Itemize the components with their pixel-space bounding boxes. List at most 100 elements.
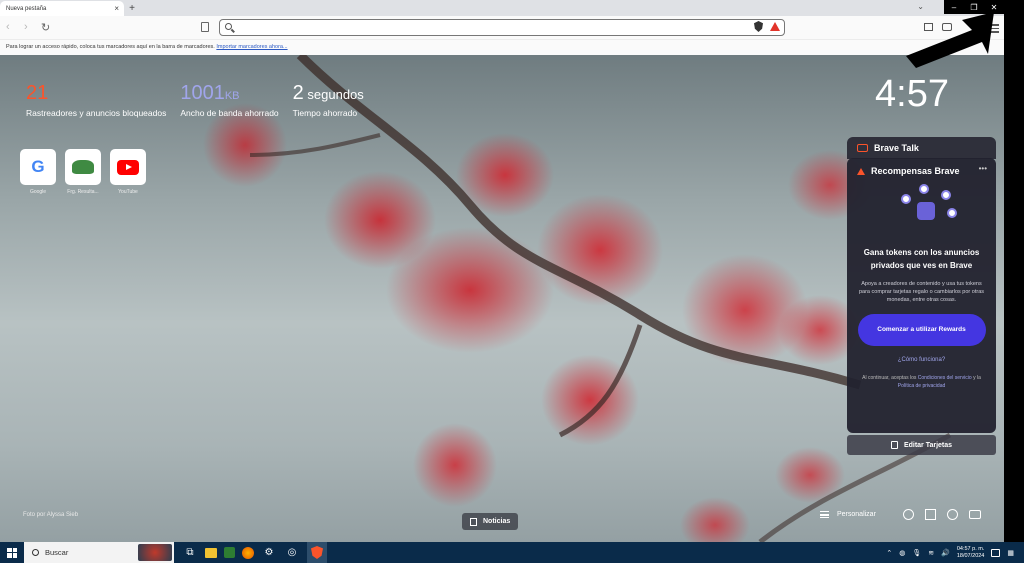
brave-talk-title: Brave Talk	[874, 143, 919, 153]
top-site-label: YouTube	[118, 189, 138, 195]
edit-cards-button[interactable]: Editar Tarjetas	[847, 435, 996, 455]
firefox-icon[interactable]	[242, 546, 254, 559]
volume-icon[interactable]: 🔊	[941, 549, 950, 557]
taskbar-apps: ⧉ ⚙ ◎	[182, 542, 327, 563]
tab-strip: Nueva pestaña × + ⌄	[0, 0, 1004, 16]
brave-rewards-icon[interactable]	[770, 22, 780, 31]
photo-credit: Foto por Alyssa Sieb	[23, 512, 78, 518]
legal-and: y la	[973, 375, 981, 381]
top-site-label: Frg. Resulta...	[67, 189, 99, 195]
stat-trackers: 21 Rastreadores y anuncios bloqueados	[26, 83, 166, 118]
stat-bandwidth-unit: KB	[224, 90, 240, 102]
cards-icon	[890, 441, 898, 449]
terms-link[interactable]: Condiciones del servicio	[918, 375, 972, 381]
rewards-headline: Gana tokens con los anuncios privados qu…	[863, 248, 980, 270]
taskbar-search[interactable]: Buscar	[24, 542, 174, 563]
store-icon[interactable]	[224, 547, 235, 558]
top-sites: G Google Frg. Resulta... YouTube	[20, 149, 146, 195]
rewards-widget: Recompensas Brave ••• Gana tokens con lo…	[847, 158, 996, 433]
stat-time-label: Tiempo ahorrado	[292, 108, 358, 118]
edit-cards-label: Editar Tarjetas	[903, 441, 953, 449]
talk-icon[interactable]	[969, 510, 981, 519]
tab-new-tab[interactable]: Nueva pestaña ×	[0, 1, 124, 16]
back-icon[interactable]: ‹	[6, 21, 10, 33]
chevron-up-icon[interactable]: ⌃	[886, 549, 892, 557]
photo-credit-author[interactable]: Alyssa Sieb	[47, 512, 78, 518]
how-it-works-link[interactable]: ¿Cómo funciona?	[857, 357, 986, 363]
brave-taskbar-item[interactable]	[307, 542, 327, 563]
ntp-clock: 4:57	[875, 73, 949, 115]
stat-trackers-label: Rastreadores y anuncios bloqueados	[26, 108, 167, 118]
bookmarks-hint: Para lograr un acceso rápido, coloca tus…	[6, 44, 215, 50]
brave-talk-widget[interactable]: Brave Talk	[847, 137, 996, 159]
microphone-icon[interactable]: 🎙	[912, 549, 921, 557]
illustration-hub	[917, 202, 935, 220]
forward-icon[interactable]: ›	[24, 21, 28, 33]
youtube-icon	[117, 159, 139, 175]
more-options-icon[interactable]: •••	[979, 164, 987, 173]
taskbar-clock[interactable]: 04:57 p. m. 18/07/2024	[957, 546, 985, 560]
google-icon: G	[31, 157, 45, 176]
taskbar: Buscar ⧉ ⚙ ◎ ⌃ ◍ 🎙 ≋ 🔊 04:57 p. m. 18/07…	[0, 542, 1024, 563]
frog-icon	[72, 160, 94, 174]
history-icon[interactable]	[947, 509, 958, 520]
top-site-youtube[interactable]: YouTube	[110, 149, 146, 195]
news-button[interactable]: Noticias	[462, 513, 519, 530]
system-tray: ⌃ ◍ 🎙 ≋ 🔊 04:57 p. m. 18/07/2024 ▦	[886, 542, 1014, 563]
search-icon	[225, 23, 232, 30]
illustration-dot	[919, 184, 929, 194]
top-site-label: Google	[29, 189, 47, 195]
browser-toolbar: ‹ › ↻	[0, 16, 1004, 40]
stat-time: 2 segundos Tiempo ahorrado	[293, 83, 364, 118]
news-label: Noticias	[483, 518, 511, 525]
top-site-frog[interactable]: Frg. Resulta...	[65, 149, 101, 195]
new-tab-button[interactable]: +	[124, 1, 140, 16]
import-bookmarks-link[interactable]: Importar marcadores ahora...	[216, 44, 287, 50]
taskbar-search-placeholder: Buscar	[45, 548, 69, 557]
network-icon[interactable]: ◍	[899, 549, 905, 557]
stat-time-value: 2	[292, 82, 304, 104]
rewards-description: Apoya a creadores de contenido y usa tus…	[858, 281, 985, 303]
privacy-link[interactable]: Política de privacidad	[898, 383, 946, 389]
arrow-annotation-icon	[906, 12, 994, 68]
new-tab-page: 21 Rastreadores y anuncios bloqueados 10…	[0, 55, 1004, 542]
stat-trackers-value: 21	[26, 82, 49, 104]
url-input[interactable]	[238, 22, 738, 33]
screen-edge	[1004, 0, 1024, 542]
tab-close-icon[interactable]: ×	[114, 4, 119, 13]
colorful-tray-icon[interactable]: ▦	[1007, 549, 1014, 557]
file-explorer-icon[interactable]	[205, 547, 217, 558]
taskbar-date: 18/07/2024	[956, 552, 985, 559]
news-icon	[470, 517, 477, 526]
windows-start-icon[interactable]	[0, 542, 24, 563]
illustration-dot	[941, 190, 951, 200]
rewards-illustration	[857, 180, 986, 238]
stat-time-unit: segundos	[303, 87, 364, 102]
notification-icon[interactable]	[991, 548, 1001, 557]
gear-icon[interactable]	[903, 509, 914, 520]
wifi-icon[interactable]: ≋	[928, 549, 934, 557]
customize-button[interactable]: Personalizar	[820, 511, 876, 518]
bookmark-icon[interactable]	[201, 22, 209, 32]
brave-icon	[311, 546, 323, 559]
illustration-dot	[901, 194, 911, 204]
customize-label: Personalizar	[837, 511, 876, 518]
legal-prefix: Al continuar, aceptas los	[862, 375, 917, 381]
rewards-legal: Al continuar, aceptas los Condiciones de…	[857, 374, 986, 390]
bookmarks-icon[interactable]	[925, 509, 936, 520]
settings-gear-icon[interactable]: ⚙	[261, 545, 277, 561]
tab-title: Nueva pestaña	[6, 5, 47, 12]
reload-icon[interactable]: ↻	[41, 21, 50, 34]
start-rewards-button[interactable]: Comenzar a utilizar Rewards	[857, 314, 986, 346]
photo-credit-prefix: Foto por	[23, 512, 46, 518]
bat-logo-icon	[857, 167, 865, 175]
ntp-shortcut-icons	[903, 509, 981, 520]
task-view-icon[interactable]: ⧉	[182, 545, 198, 561]
illustration-dot	[947, 208, 957, 218]
taskbar-time: 04:57 p. m.	[956, 545, 985, 552]
globe-app-icon[interactable]: ◎	[284, 545, 300, 561]
search-highlight-image	[138, 544, 172, 561]
address-bar[interactable]	[219, 19, 785, 36]
bookmarks-bar: Para lograr un acceso rápido, coloca tus…	[0, 40, 1004, 55]
top-site-google[interactable]: G Google	[20, 149, 56, 195]
